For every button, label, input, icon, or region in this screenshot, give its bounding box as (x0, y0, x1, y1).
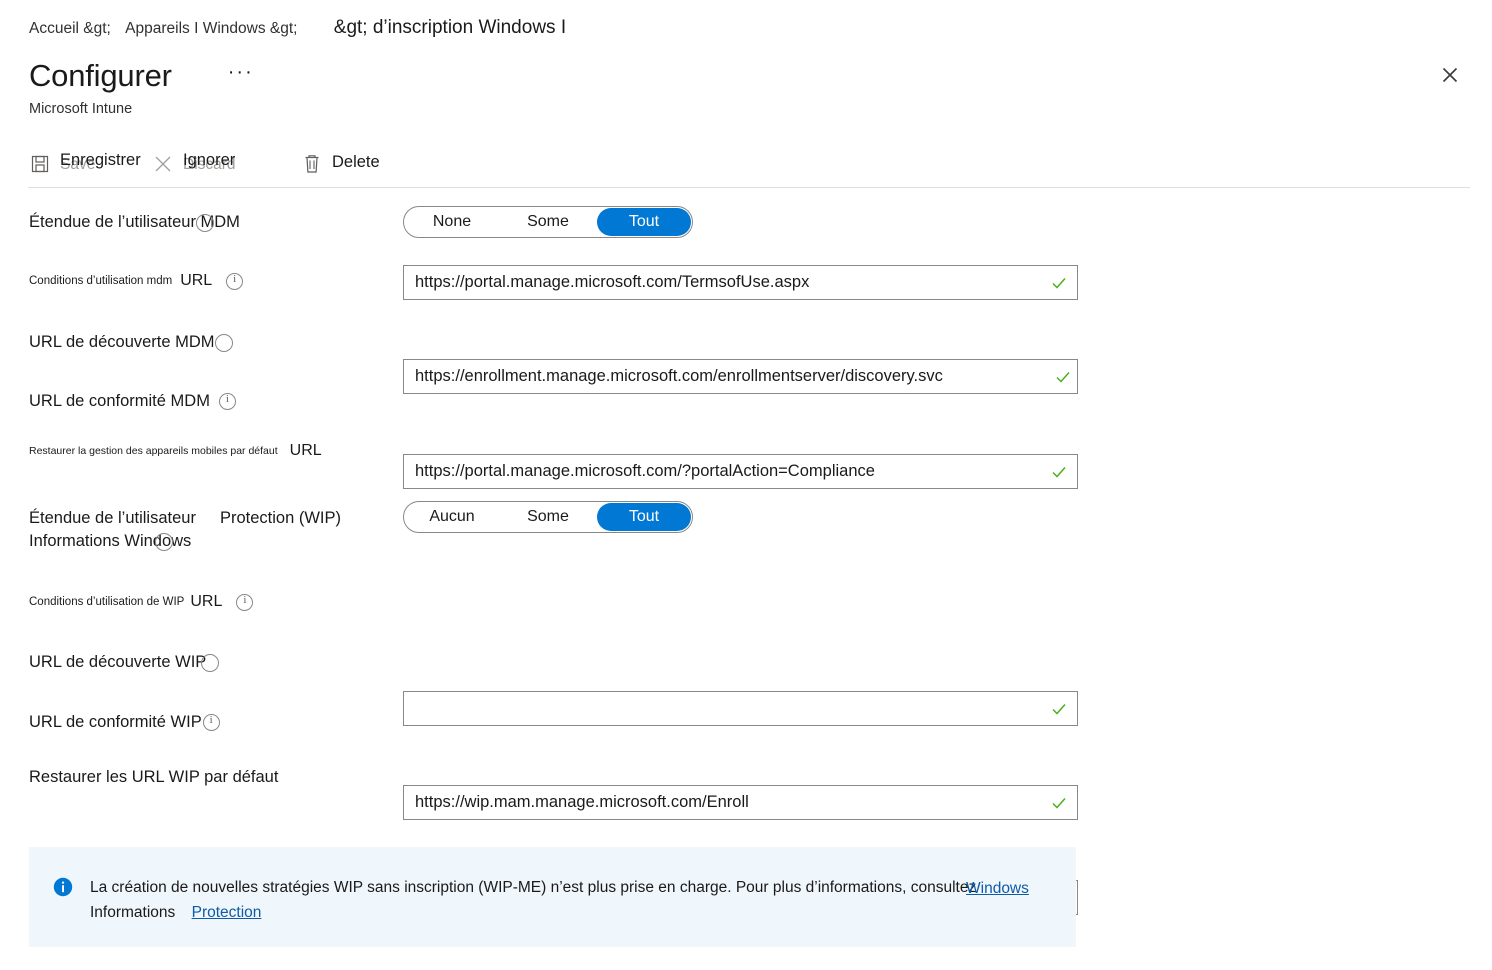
mdm-terms-url-field[interactable] (403, 265, 1078, 300)
wip-scope-option-some[interactable]: Some (501, 503, 595, 531)
wip-terms-url-input[interactable] (404, 692, 1077, 725)
wip-deprecation-banner: La création de nouvelles stratégies WIP … (29, 847, 1076, 947)
mdm-user-scope-toggle[interactable]: None Some Tout (403, 206, 693, 238)
mdm-terms-label-wrap: Conditions d’utilisation mdm URL (29, 272, 244, 290)
info-icon[interactable] (202, 714, 220, 731)
mdm-compliance-label: URL de conformité MDM (29, 392, 210, 410)
info-icon[interactable] (236, 593, 254, 611)
wip-terms-label: Conditions d’utilisation de WIP (29, 596, 185, 608)
wip-discovery-url-field[interactable] (403, 785, 1078, 820)
mdm-discovery-url-field[interactable] (403, 359, 1078, 394)
mdm-terms-label: Conditions d’utilisation mdm (29, 275, 173, 287)
wip-terms-url-field[interactable] (403, 691, 1078, 726)
mdm-scope-option-some[interactable]: Some (501, 208, 595, 236)
wip-restore-label: Restaurer les URL WIP par défaut (29, 768, 279, 786)
mdm-scope-option-tout[interactable]: Tout (597, 208, 691, 236)
settings-form: Étendue de l’utilisateur MDM None Some T… (0, 0, 1492, 915)
banner-windows-link[interactable]: Windows (966, 876, 1029, 901)
wip-scope-option-tout[interactable]: Tout (597, 503, 691, 531)
wip-terms-label-wrap: Conditions d’utilisation de WIP URL (29, 593, 254, 611)
wip-user-scope-label-wrap: Étendue de l’utilisateur Protection (WIP… (29, 509, 341, 551)
info-icon[interactable] (201, 654, 219, 672)
wip-restore-defaults-link[interactable]: Restaurer les URL WIP par défaut (29, 768, 278, 787)
info-icon[interactable] (226, 272, 244, 290)
wip-user-scope-label-line1: Étendue de l’utilisateur (29, 509, 196, 527)
mdm-user-scope-label-wrap: Étendue de l’utilisateur MDM (29, 213, 240, 232)
wip-scope-option-aucun[interactable]: Aucun (405, 503, 499, 531)
mdm-scope-option-none[interactable]: None (405, 208, 499, 236)
mdm-discovery-label-wrap: URL de découverte MDM (29, 333, 233, 352)
banner-line2-text: Informations (90, 904, 176, 921)
banner-message: La création de nouvelles stratégies WIP … (90, 879, 977, 896)
mdm-restore-defaults-link[interactable]: Restaurer la gestion des appareils mobil… (29, 442, 322, 460)
configure-enrollment-page: Accueil &gt; Appareils I Windows &gt; &g… (0, 0, 1492, 970)
wip-user-scope-label-protection: Protection (WIP) (219, 509, 341, 527)
wip-compliance-label: URL de conformité WIP (29, 713, 202, 731)
mdm-restore-label: Restaurer la gestion des appareils mobil… (29, 445, 278, 457)
mdm-discovery-url-input[interactable] (404, 360, 1077, 393)
info-icon[interactable] (196, 214, 214, 232)
mdm-compliance-label-wrap: URL de conformité MDM (29, 392, 236, 411)
info-icon[interactable] (215, 334, 233, 352)
wip-terms-url-label: URL (190, 593, 223, 610)
wip-discovery-label-wrap: URL de découverte WIP (29, 653, 219, 672)
wip-discovery-label: URL de découverte WIP (29, 653, 207, 671)
info-icon[interactable] (218, 393, 236, 410)
mdm-compliance-url-input[interactable] (404, 455, 1077, 488)
wip-compliance-label-wrap: URL de conformité WIP (29, 713, 220, 732)
mdm-compliance-url-field[interactable] (403, 454, 1078, 489)
info-icon[interactable] (155, 533, 173, 551)
mdm-terms-url-label: URL (180, 272, 213, 289)
banner-text: La création de nouvelles stratégies WIP … (90, 875, 1029, 925)
mdm-discovery-label: URL de découverte MDM (29, 333, 215, 351)
wip-discovery-url-input[interactable] (404, 786, 1077, 819)
banner-protection-link[interactable]: Protection (186, 904, 268, 921)
mdm-terms-url-input[interactable] (404, 266, 1077, 299)
wip-user-scope-toggle[interactable]: Aucun Some Tout (403, 501, 693, 533)
info-icon (53, 877, 73, 902)
mdm-restore-url-label: URL (289, 442, 322, 459)
